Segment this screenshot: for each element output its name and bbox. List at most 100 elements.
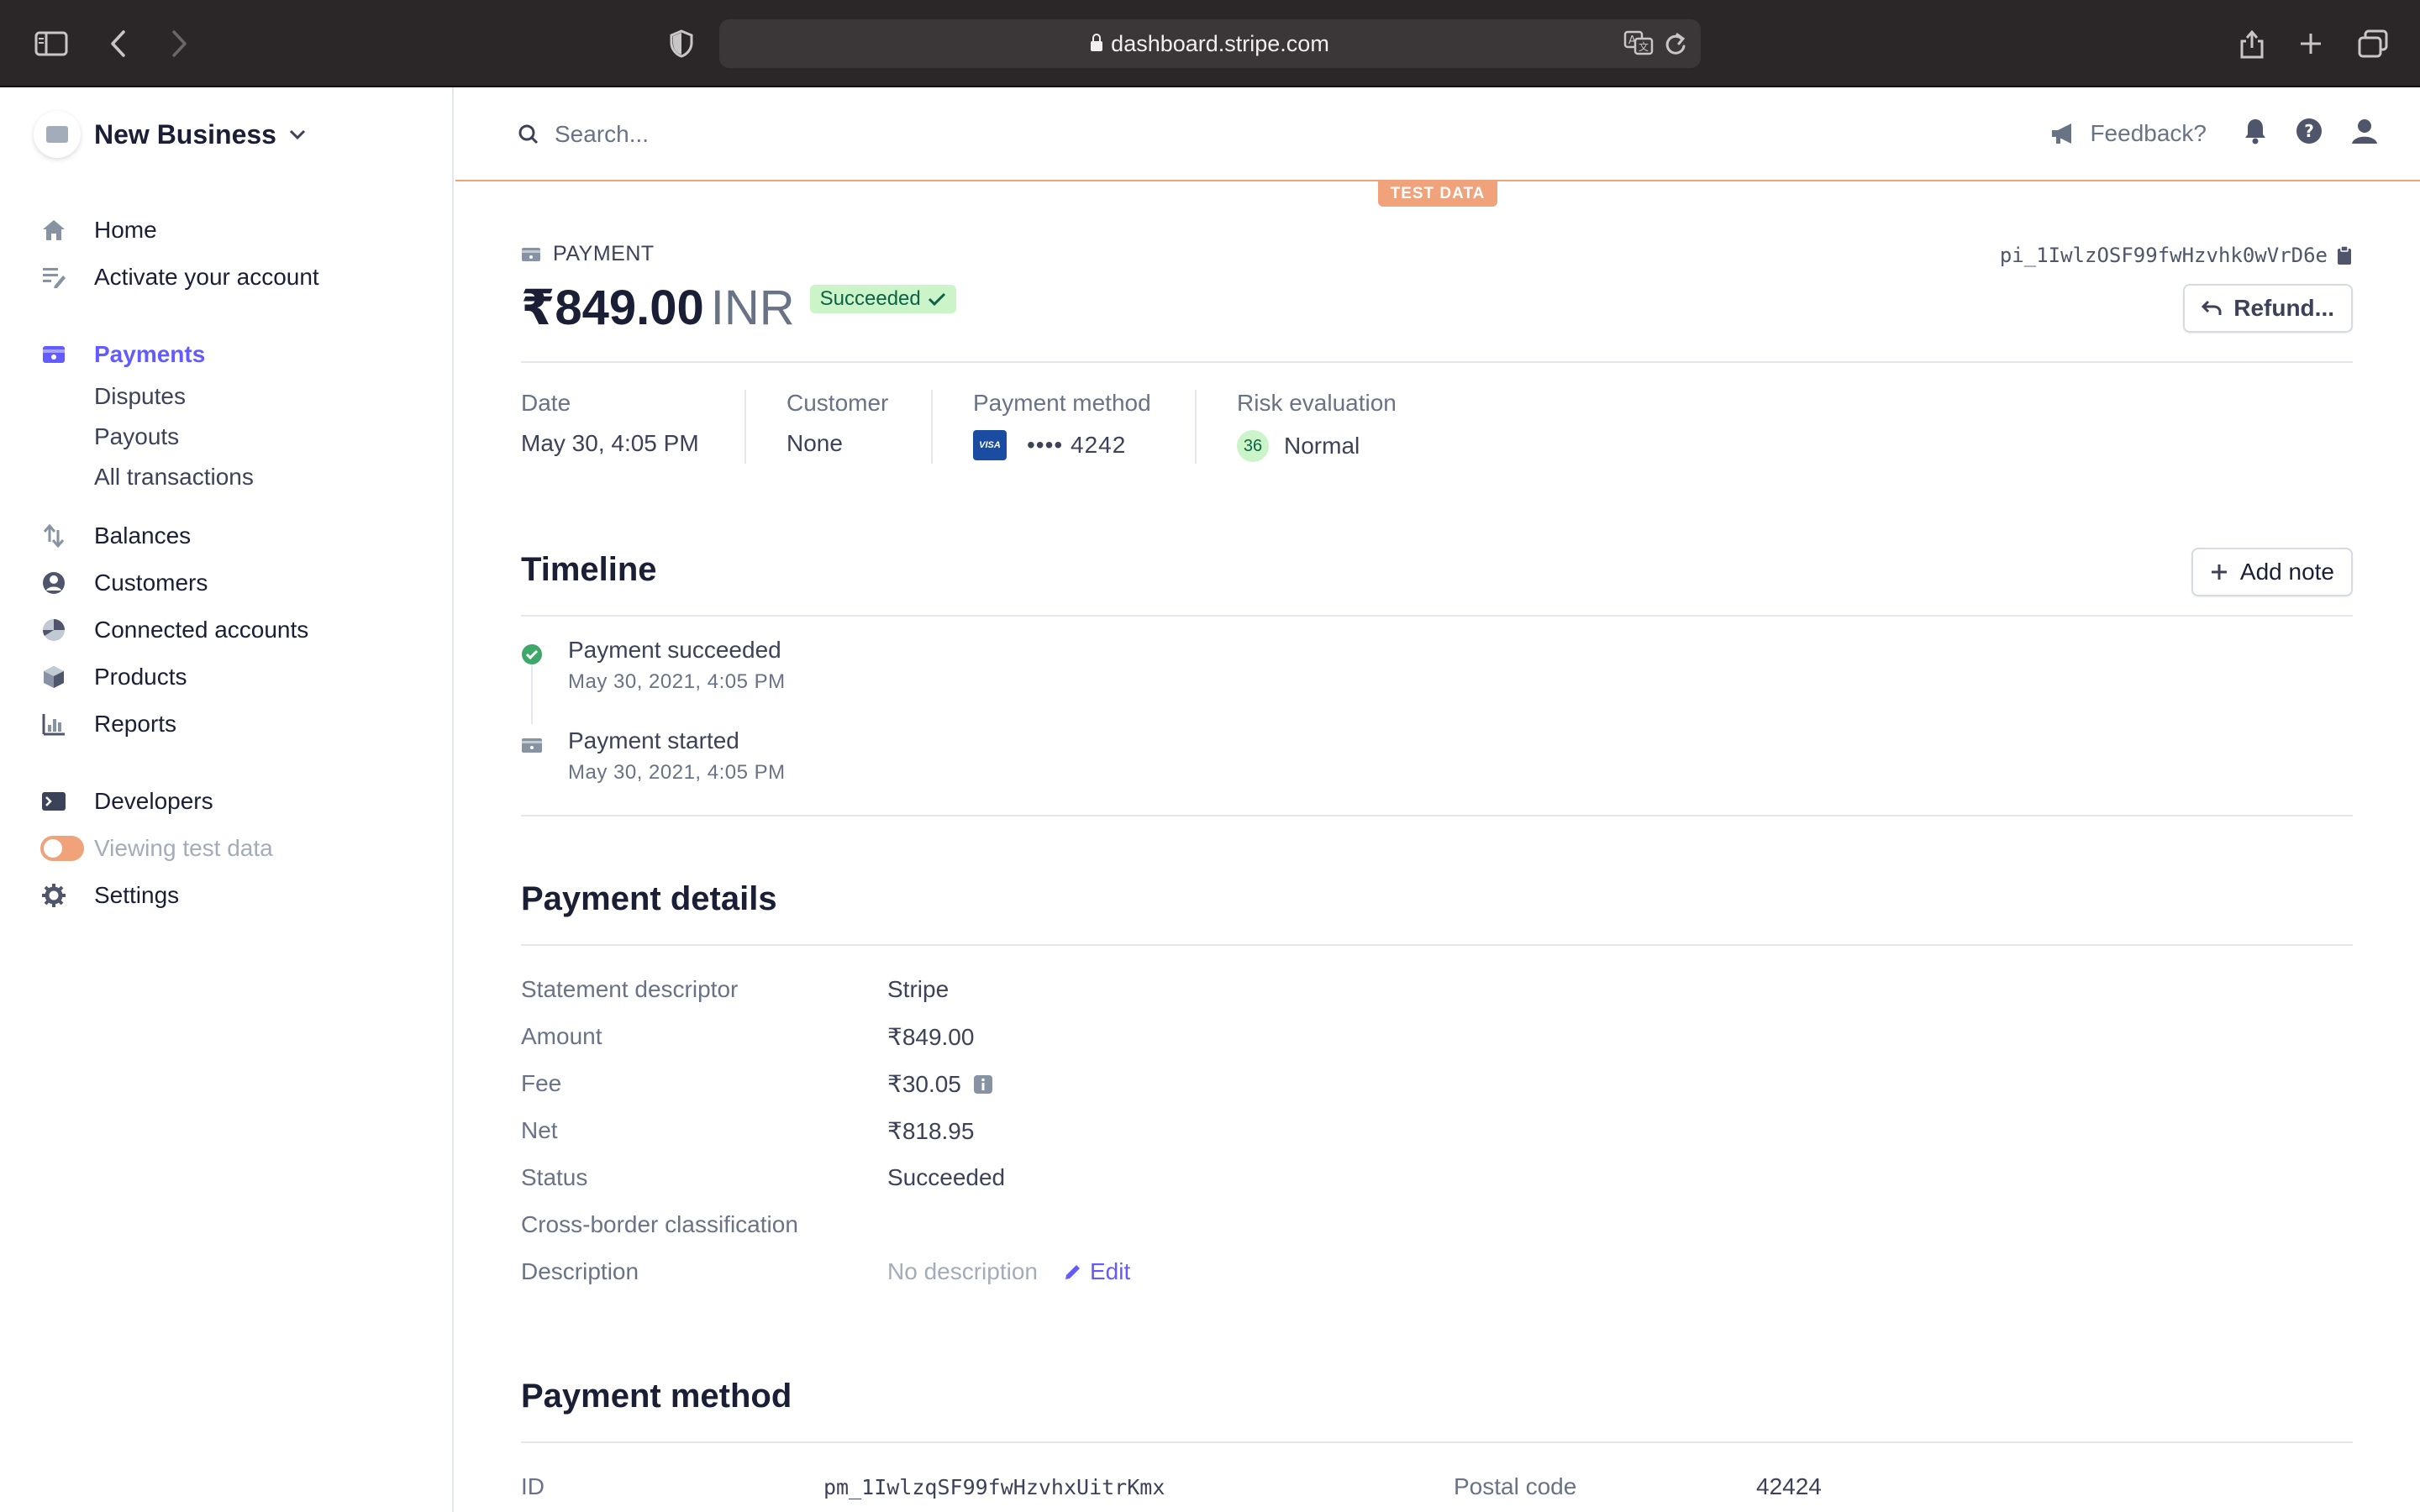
sidebar-item-test-data-toggle[interactable]: Viewing test data (40, 830, 273, 867)
sidebar-item-label: Settings (94, 882, 180, 908)
translate-icon[interactable]: A文 (1623, 29, 1654, 60)
shield-icon[interactable] (669, 22, 694, 66)
payment-id[interactable]: pi_1IwlzOSF99fwHzvhk0wVrD6e (2000, 244, 2353, 267)
divider (744, 390, 746, 464)
help-icon[interactable]: ? (2296, 118, 2323, 149)
sidebar-item-all-transactions[interactable]: All transactions (94, 464, 254, 491)
detail-key: Statement descriptor (521, 976, 739, 1002)
plus-icon (2211, 564, 2227, 580)
reload-icon[interactable] (1664, 31, 1687, 60)
summary-value: •••• 4242 (1027, 432, 1127, 458)
summary-payment-method[interactable]: Payment method VISA •••• 4242 (973, 390, 1151, 460)
sidebar-item-products[interactable]: Products (40, 659, 187, 696)
search-input[interactable]: Search... (518, 121, 649, 148)
info-icon[interactable] (973, 1074, 993, 1095)
payment-method-title: Payment method (521, 1378, 792, 1415)
payment-amount: ₹849.00 (521, 281, 704, 335)
timeline-connector (531, 665, 533, 724)
divider (521, 815, 2353, 816)
search-placeholder: Search... (555, 121, 650, 147)
timeline-title: Timeline (521, 551, 657, 588)
terminal-icon (40, 788, 67, 815)
sidebar-item-payouts[interactable]: Payouts (94, 423, 179, 450)
summary-value: May 30, 4:05 PM (521, 430, 699, 456)
sidebar-item-label: Home (94, 217, 157, 243)
add-note-button[interactable]: Add note (2191, 548, 2353, 596)
megaphone-icon (2052, 123, 2072, 144)
summary-label: Risk evaluation (1237, 390, 1397, 416)
business-name: New Business (94, 118, 276, 150)
sidebar-item-label: Reports (94, 711, 177, 737)
sidebar-item-settings[interactable]: Settings (40, 877, 179, 914)
divider (521, 944, 2353, 946)
sidebar-item-disputes[interactable]: Disputes (94, 383, 186, 410)
pm-id-label: ID (521, 1473, 544, 1499)
reports-icon (40, 711, 67, 738)
payment-currency: INR (710, 280, 795, 335)
success-icon (522, 644, 542, 664)
test-data-toggle[interactable] (40, 836, 84, 861)
divider (521, 361, 2353, 363)
bell-icon[interactable] (2244, 118, 2267, 149)
status-badge-label: Succeeded (819, 287, 921, 310)
pm-postal-label: Postal code (1454, 1473, 1577, 1499)
divider (1195, 390, 1197, 464)
divider (931, 390, 933, 464)
sidebar-item-payments[interactable]: Payments (40, 336, 205, 373)
sidebar-item-balances[interactable]: Balances (40, 517, 191, 554)
detail-key: Status (521, 1164, 588, 1190)
timeline-event-title: Payment started (568, 727, 739, 753)
visa-icon: VISA (973, 430, 1007, 460)
sidebar-item-home[interactable]: Home (40, 212, 157, 249)
business-logo (34, 111, 81, 158)
timeline-event-date: May 30, 2021, 4:05 PM (568, 670, 786, 693)
sidebar-item-label: Customers (94, 570, 208, 596)
pencil-icon (1065, 1265, 1080, 1279)
payment-id-text: pi_1IwlzOSF99fwHzvhk0wVrD6e (1999, 244, 2328, 267)
timeline-event-title: Payment succeeded (568, 637, 781, 663)
summary-value: None (786, 430, 843, 456)
forward-icon[interactable] (166, 22, 192, 66)
connected-accounts-icon (40, 617, 67, 643)
user-icon[interactable] (2351, 118, 2378, 149)
sidebar-item-reports[interactable]: Reports (40, 706, 176, 743)
sidebar: New Business Home Activate your account … (0, 87, 454, 1512)
detail-key: Description (521, 1258, 639, 1284)
detail-key: Cross-border classification (521, 1211, 798, 1237)
sidebar-item-customers[interactable]: Customers (40, 564, 208, 601)
undo-icon (2202, 300, 2222, 315)
test-data-badge: TEST DATA (1378, 181, 1497, 207)
refund-button[interactable]: Refund... (2183, 284, 2353, 333)
payment-icon (522, 738, 542, 753)
chevron-down-icon (289, 129, 306, 140)
tab-overview-icon[interactable] (2358, 22, 2388, 66)
address-bar[interactable]: dashboard.stripe.com A文 (719, 19, 1701, 68)
edit-description-button[interactable]: Edit (1063, 1258, 1130, 1285)
lock-icon (1091, 34, 1103, 51)
sidebar-item-label: Connected accounts (94, 617, 309, 643)
sidebar-item-label: Viewing test data (94, 835, 273, 861)
feedback-button[interactable]: Feedback? (2049, 120, 2207, 147)
browser-toolbar: dashboard.stripe.com A文 (0, 0, 2420, 87)
summary-risk[interactable]: Risk evaluation 36 Normal (1237, 390, 1397, 462)
sidebar-toggle-icon[interactable] (34, 22, 69, 66)
business-switcher[interactable]: New Business (34, 111, 307, 158)
gear-icon (40, 882, 67, 909)
sidebar-item-label: Activate your account (94, 264, 319, 290)
detail-value: ₹30.05 (887, 1071, 961, 1097)
sidebar-item-activate-account[interactable]: Activate your account (40, 259, 319, 296)
detail-value: Succeeded (887, 1164, 1006, 1190)
share-icon[interactable] (2238, 22, 2265, 66)
divider (521, 1441, 2353, 1443)
sidebar-item-developers[interactable]: Developers (40, 783, 213, 820)
timeline-event-date: May 30, 2021, 4:05 PM (568, 761, 786, 784)
back-icon[interactable] (106, 22, 131, 66)
home-icon (40, 217, 67, 244)
divider (521, 615, 2353, 617)
summary-label: Payment method (973, 390, 1151, 416)
new-tab-icon[interactable] (2297, 22, 2324, 66)
search-icon (518, 124, 539, 144)
sidebar-item-connected-accounts[interactable]: Connected accounts (40, 612, 308, 648)
payment-icon (522, 247, 540, 261)
clipboard-icon[interactable] (2336, 245, 2353, 265)
